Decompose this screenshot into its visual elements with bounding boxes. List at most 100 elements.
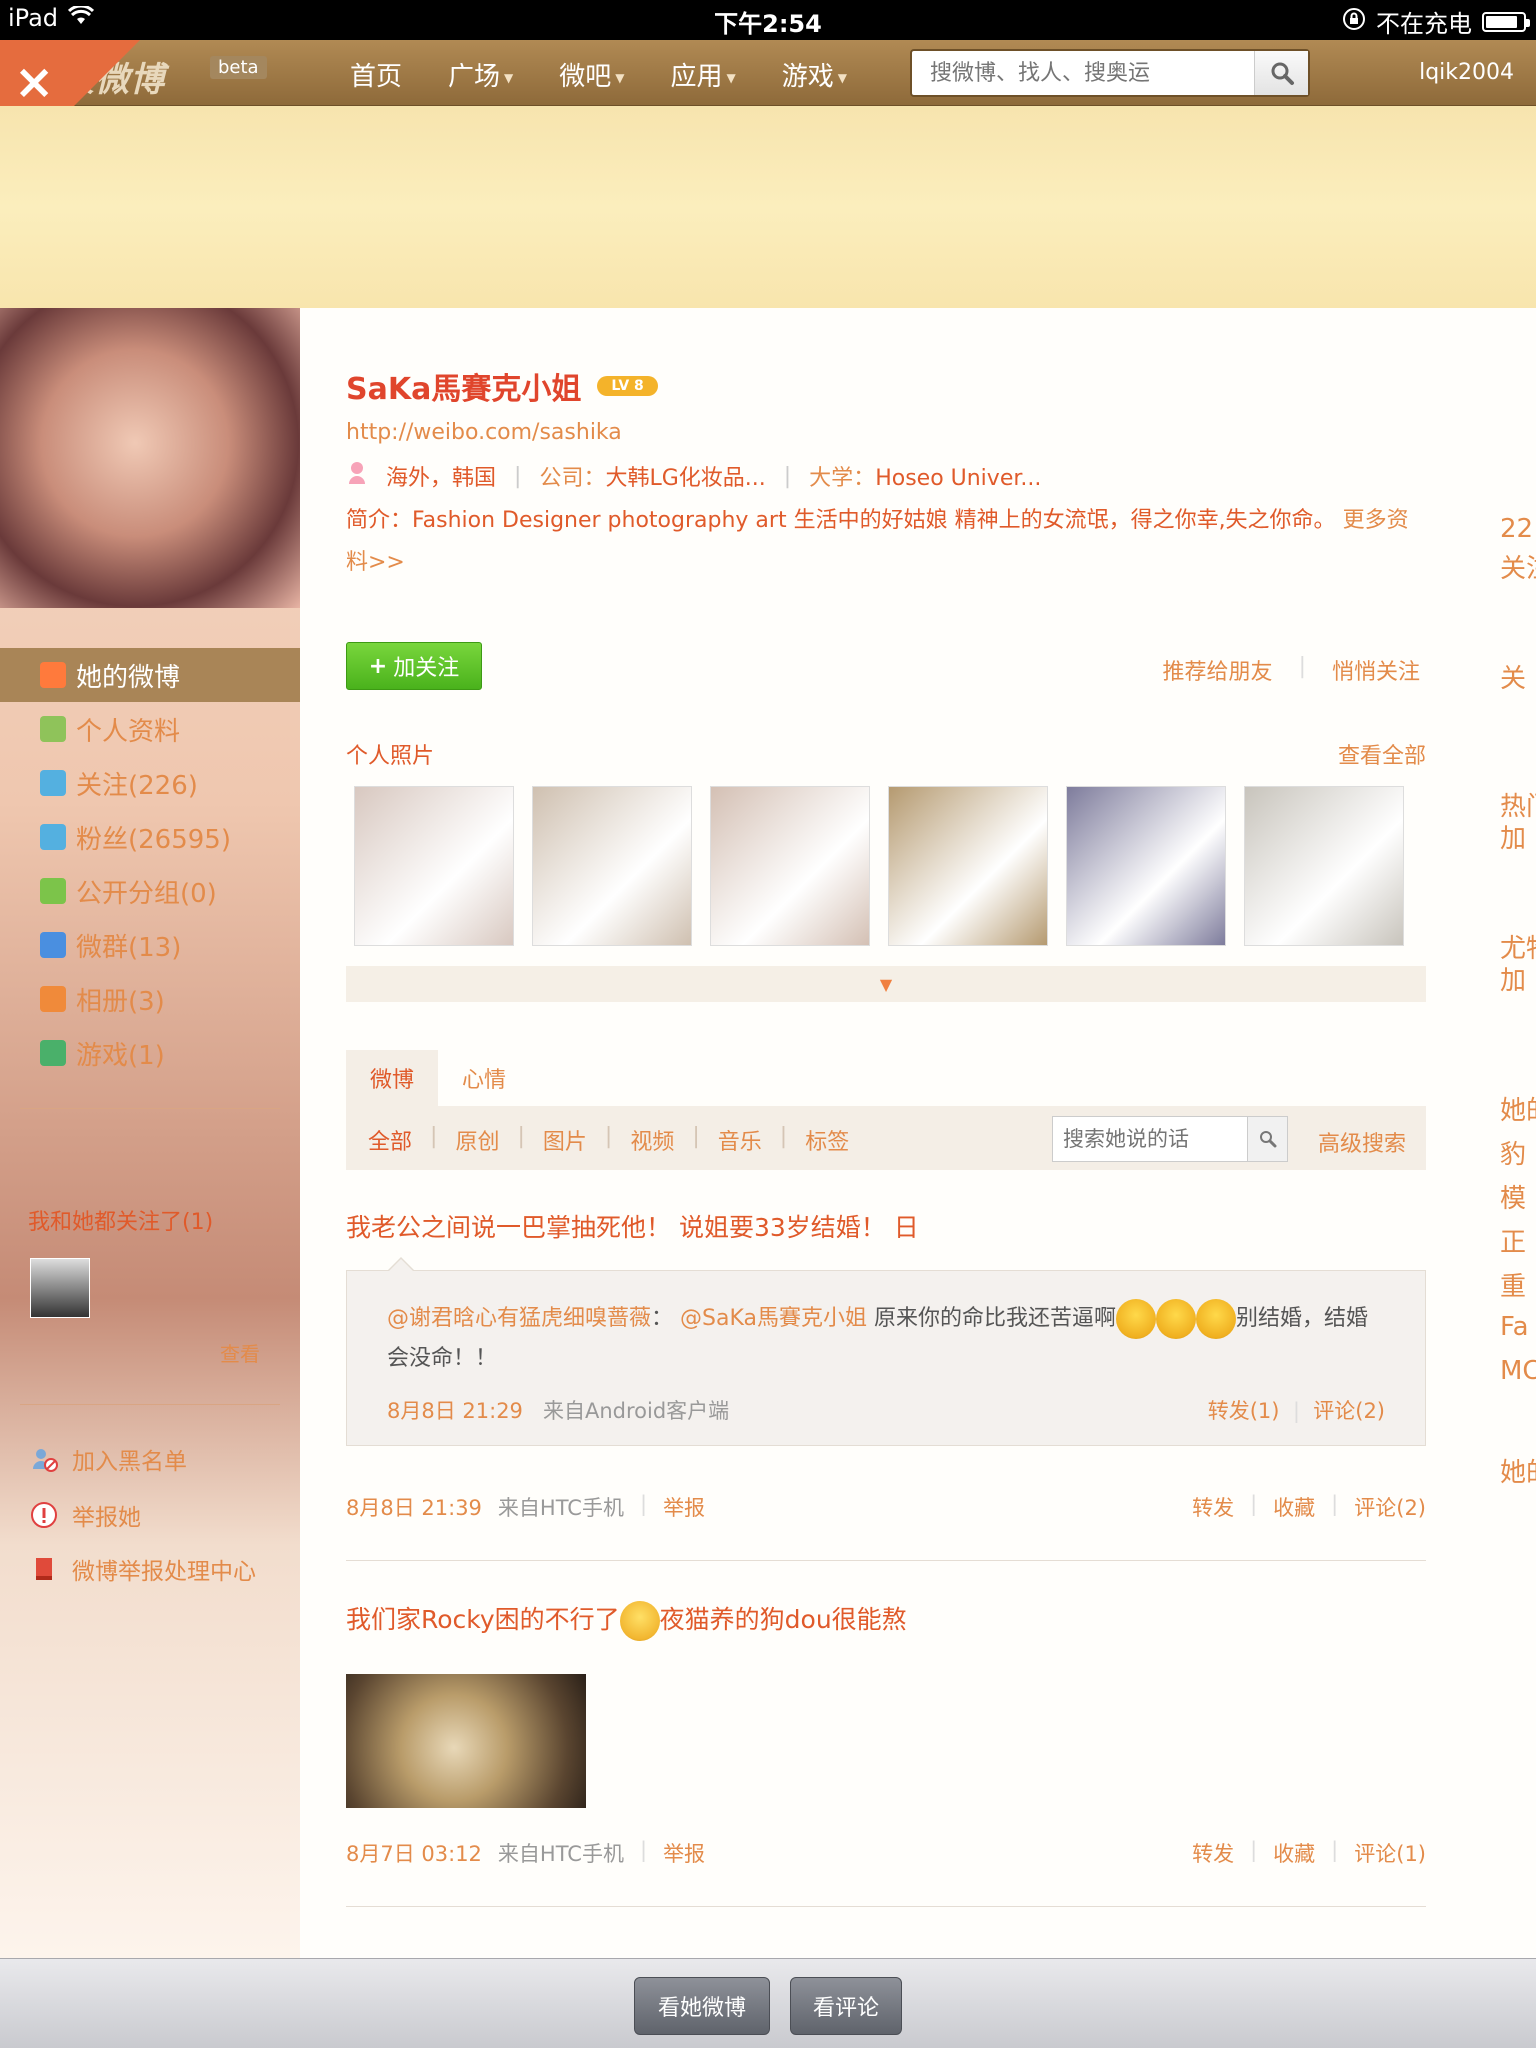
right-sidebar-item[interactable]: 模 xyxy=(1500,1178,1526,1215)
right-sidebar-item[interactable]: 正 xyxy=(1500,1222,1526,1259)
mutual-follow-title[interactable]: 我和她都关注了(1) xyxy=(28,1204,213,1236)
charging-status: 不在充电 xyxy=(1376,10,1472,38)
feed-tab[interactable]: 心情 xyxy=(438,1050,530,1106)
photo-thumbnail[interactable] xyxy=(354,786,514,946)
global-search-input[interactable] xyxy=(912,51,1252,95)
feed-filter[interactable]: 全部 xyxy=(368,1124,412,1156)
sidebar-item-icon xyxy=(40,662,66,688)
sidebar-item[interactable]: 粉丝(26595) xyxy=(0,810,300,864)
company[interactable]: 大韩LG化妆品... xyxy=(605,466,765,491)
sidebar-item[interactable]: 关注(226) xyxy=(0,756,300,810)
search-icon xyxy=(1259,1131,1276,1148)
divider xyxy=(20,1404,280,1405)
right-sidebar-item[interactable]: MC xyxy=(1500,1356,1536,1386)
right-sidebar-item[interactable]: 她的 xyxy=(1500,1090,1536,1127)
photo-thumbnail[interactable] xyxy=(888,786,1048,946)
post-source[interactable]: 来自HTC手机 xyxy=(498,1838,624,1868)
post-favorite[interactable]: 收藏 xyxy=(1273,1838,1315,1868)
top-nav: 浪微博 beta 首页广场▼微吧▼应用▼游戏▼ lqik2004 xyxy=(0,40,1536,106)
right-sidebar-item[interactable]: 重 xyxy=(1500,1266,1526,1303)
right-sidebar-item[interactable]: Fa xyxy=(1500,1312,1529,1342)
bottom-toolbar: 看她微博 看评论 xyxy=(0,1958,1536,2048)
nav-item[interactable]: 首页 xyxy=(350,56,402,93)
right-sidebar-item[interactable]: 22 xyxy=(1500,514,1533,544)
feed-tab[interactable]: 微博 xyxy=(346,1050,439,1106)
recommend-link[interactable]: 推荐给朋友 xyxy=(1163,654,1273,686)
post-comment[interactable]: 评论(1) xyxy=(1354,1838,1426,1868)
post-time[interactable]: 8月8日 21:39 xyxy=(346,1492,482,1522)
blacklist-link[interactable]: 加入黑名单 xyxy=(30,1442,187,1476)
post-image[interactable] xyxy=(346,1674,586,1808)
photo-thumbnail[interactable] xyxy=(710,786,870,946)
post-favorite[interactable]: 收藏 xyxy=(1273,1492,1315,1522)
separator: | xyxy=(1298,654,1306,679)
post-source[interactable]: 来自HTC手机 xyxy=(498,1492,624,1522)
advanced-search-link[interactable]: 高级搜索 xyxy=(1318,1126,1406,1158)
view-comments-button[interactable]: 看评论 xyxy=(790,1977,902,2035)
sidebar-item[interactable]: 相册(3) xyxy=(0,972,300,1026)
separator: | xyxy=(1292,1399,1300,1423)
feed-filter[interactable]: 标签 xyxy=(805,1124,849,1156)
feed-filter[interactable]: 图片 xyxy=(543,1124,587,1156)
right-sidebar-item[interactable]: 豹 xyxy=(1500,1134,1526,1171)
photo-thumbnail[interactable] xyxy=(1244,786,1404,946)
profile-url[interactable]: http://weibo.com/sashika xyxy=(346,420,622,445)
level-badge[interactable]: LV 8 xyxy=(597,376,658,396)
mutual-more-link[interactable]: 查看 xyxy=(220,1338,260,1367)
post-time[interactable]: 8月7日 03:12 xyxy=(346,1838,482,1868)
post-comment[interactable]: 评论(2) xyxy=(1354,1492,1426,1522)
sidebar-item[interactable]: 公开分组(0) xyxy=(0,864,300,918)
her-posts-search-input[interactable] xyxy=(1053,1117,1249,1161)
nav-item[interactable]: 游戏 ▼ xyxy=(782,56,847,93)
nav-item[interactable]: 广场 ▼ xyxy=(448,56,513,93)
close-icon[interactable]: × xyxy=(14,58,54,106)
sidebar-item[interactable]: 她的微博 xyxy=(0,648,300,702)
feed-filters: 全部 | 原创 | 图片 | 视频 | 音乐 | 标签 xyxy=(368,1124,849,1156)
post-forward[interactable]: 转发 xyxy=(1192,1492,1234,1522)
view-her-weibo-button[interactable]: 看她微博 xyxy=(634,1977,770,2035)
left-nav: 她的微博 个人资料 关注(226) 粉丝(26595) 公开分组(0) 微群(13) 相册(… xyxy=(0,648,300,1080)
profile-banner xyxy=(0,106,1536,308)
right-sidebar-item[interactable]: 加 xyxy=(1500,818,1526,855)
post-report[interactable]: 举报 xyxy=(663,1838,705,1868)
right-sidebar-item[interactable]: 加 xyxy=(1500,960,1526,997)
repost-author[interactable]: @谢君晗心有猛虎细嗅蔷薇 xyxy=(387,1306,651,1331)
nav-item[interactable]: 应用 ▼ xyxy=(671,56,736,93)
shocked-emoji-icon xyxy=(619,1601,660,1641)
her-posts-search xyxy=(1052,1116,1288,1162)
post-report[interactable]: 举报 xyxy=(663,1492,705,1522)
sidebar-item[interactable]: 个人资料 xyxy=(0,702,300,756)
right-sidebar-item[interactable]: 关注 xyxy=(1500,548,1536,585)
profile-avatar[interactable] xyxy=(0,308,300,608)
sidebar-item[interactable]: 游戏(1) xyxy=(0,1026,300,1080)
photos-view-all[interactable]: 查看全部 xyxy=(1338,738,1426,770)
repost-forward[interactable]: 转发(1) xyxy=(1208,1399,1280,1423)
photo-thumbnail[interactable] xyxy=(532,786,692,946)
photos-expand[interactable]: ▼ xyxy=(346,966,1426,1002)
repost-comment[interactable]: 评论(2) xyxy=(1313,1399,1385,1423)
report-center-link[interactable]: 微博举报处理中心 xyxy=(30,1552,256,1586)
feed-tabs: 微博 心情 xyxy=(346,1050,530,1106)
left-sidebar: 她的微博 个人资料 关注(226) 粉丝(26595) 公开分组(0) 微群(13) 相册(… xyxy=(0,308,300,1958)
follow-button[interactable]: + 加关注 xyxy=(346,642,482,690)
repost-time[interactable]: 8月8日 21:29 xyxy=(387,1399,523,1423)
current-user[interactable]: lqik2004 xyxy=(1419,60,1514,85)
post-forward[interactable]: 转发 xyxy=(1192,1838,1234,1868)
right-sidebar-item[interactable]: 她的 xyxy=(1500,1452,1536,1489)
mutual-follow-avatar[interactable] xyxy=(30,1258,90,1318)
feed-filter[interactable]: 视频 xyxy=(630,1124,674,1156)
sidebar-item[interactable]: 微群(13) xyxy=(0,918,300,972)
separator: | xyxy=(430,1124,438,1149)
nav-item[interactable]: 微吧 ▼ xyxy=(559,56,624,93)
report-link[interactable]: 举报她 xyxy=(30,1498,141,1532)
repost-mention[interactable]: @SaKa馬賽克小姐 xyxy=(680,1306,867,1331)
feed-filter[interactable]: 音乐 xyxy=(718,1124,762,1156)
her-posts-search-button[interactable] xyxy=(1247,1117,1287,1161)
repost-source[interactable]: 来自Android客户端 xyxy=(543,1399,729,1423)
quiet-follow-link[interactable]: 悄悄关注 xyxy=(1332,654,1420,686)
right-sidebar-item[interactable]: 关 xyxy=(1500,658,1526,695)
search-button[interactable] xyxy=(1254,51,1308,95)
feed-filter[interactable]: 原创 xyxy=(455,1124,499,1156)
school[interactable]: Hoseo Univer... xyxy=(875,466,1041,491)
photo-thumbnail[interactable] xyxy=(1066,786,1226,946)
